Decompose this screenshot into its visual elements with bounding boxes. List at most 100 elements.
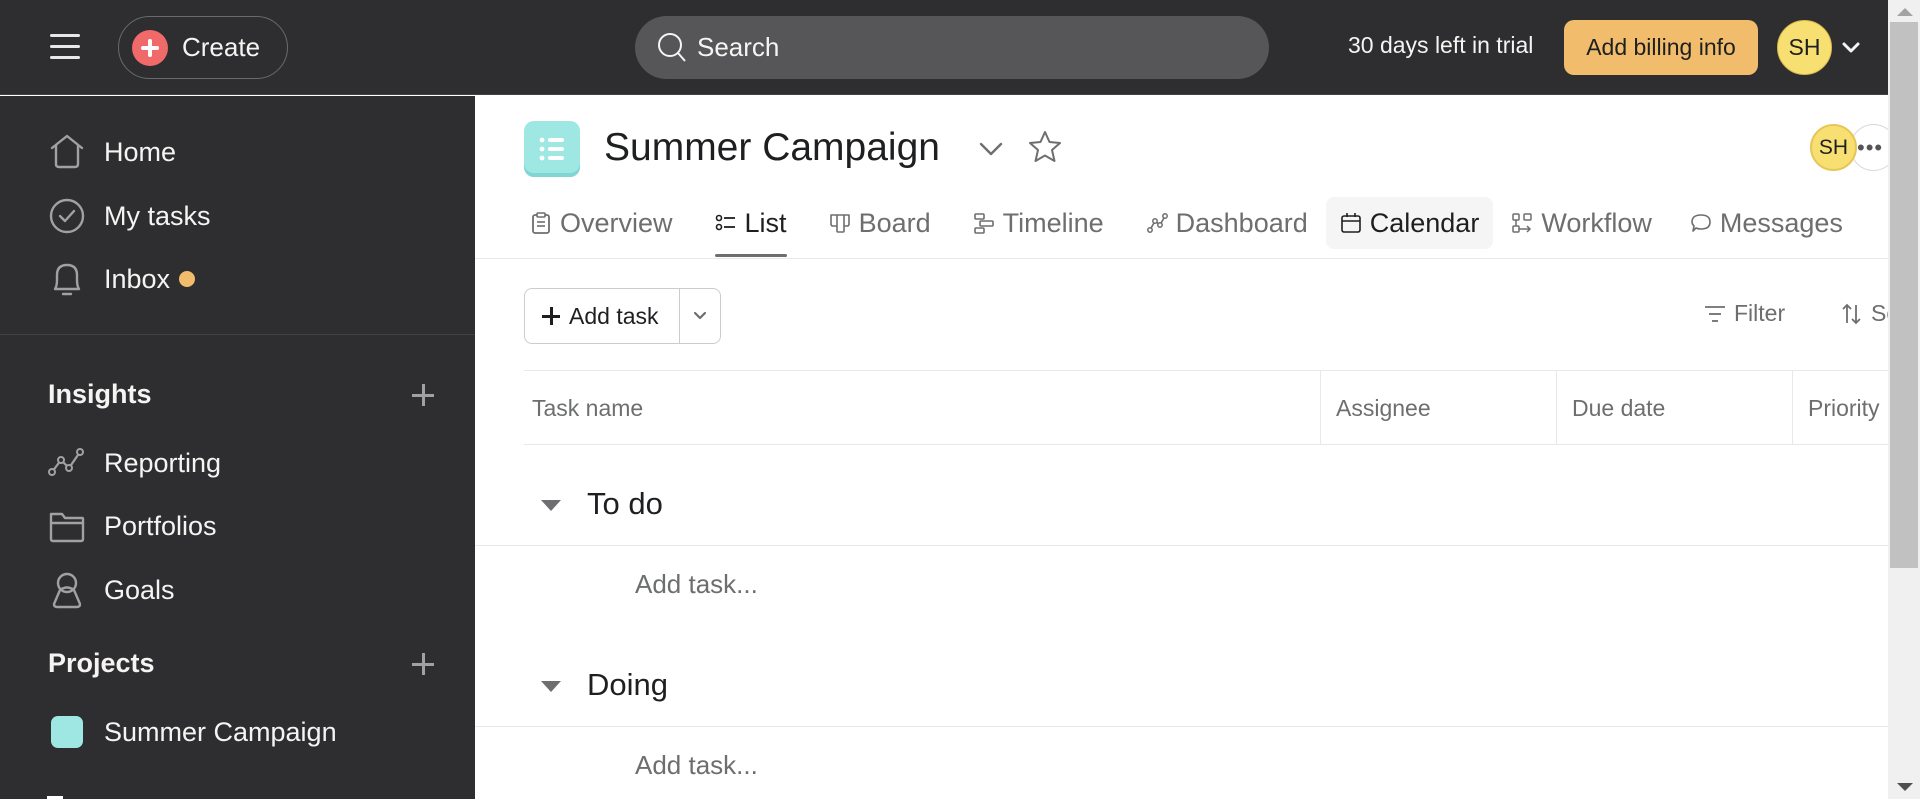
trial-status-text: 30 days left in trial	[1348, 32, 1534, 58]
tab-label: Messages	[1719, 207, 1843, 238]
projects-heading[interactable]: Projects	[48, 648, 155, 679]
sidebar-item-inbox[interactable]: Inbox	[48, 254, 196, 304]
dashboard-icon	[1146, 212, 1168, 234]
tab-label: Workflow	[1541, 207, 1652, 238]
column-header-task-name[interactable]: Task name	[524, 371, 1320, 445]
sidebar-item-portfolios[interactable]: Portfolios	[48, 501, 217, 551]
column-header-due-date[interactable]: Due date	[1556, 371, 1792, 445]
sidebar-project-summer-campaign[interactable]: Summer Campaign	[48, 707, 337, 757]
column-header-assignee[interactable]: Assignee	[1320, 371, 1556, 445]
tab-messages[interactable]: Messages	[1684, 197, 1849, 249]
add-insight-plus-icon[interactable]	[412, 383, 436, 407]
tab-workflow[interactable]: Workflow	[1505, 197, 1658, 249]
section-title[interactable]: Doing	[587, 667, 668, 703]
filter-button[interactable]: Filter	[1704, 300, 1785, 327]
section-title[interactable]: To do	[587, 486, 663, 522]
user-avatar[interactable]: SH	[1777, 20, 1832, 75]
sidebar-item-label: Portfolios	[104, 510, 217, 541]
sidebar-item-label: Summer Campaign	[104, 716, 337, 747]
tab-calendar[interactable]: Calendar	[1325, 197, 1494, 249]
project-color-swatch-wrap	[48, 713, 86, 751]
sidebar-item-reporting[interactable]: Reporting	[48, 438, 221, 488]
tab-overview[interactable]: Overview	[524, 197, 679, 249]
add-task-row[interactable]: Add task...	[635, 750, 758, 781]
sort-label: Sort	[1871, 300, 1888, 326]
folder-icon	[48, 507, 86, 545]
bell-icon	[48, 260, 86, 298]
sidebar-item-label: Home	[104, 136, 177, 167]
scroll-up-arrow-icon[interactable]	[1897, 8, 1913, 16]
search-input[interactable]: Search	[635, 16, 1269, 79]
add-task-button-group: Add task	[524, 288, 721, 344]
message-icon	[1690, 212, 1712, 234]
add-task-row[interactable]: Add task...	[635, 569, 758, 600]
star-icon[interactable]	[1027, 129, 1063, 165]
tab-label: Overview	[560, 207, 673, 238]
check-circle-icon	[48, 197, 86, 235]
project-tabs: Overview List Board Timeline Dashboard C…	[524, 192, 1875, 257]
workflow-icon	[1511, 212, 1533, 234]
chevron-down-icon[interactable]	[1840, 38, 1862, 58]
section-header-to-do: To do	[475, 466, 1888, 546]
tab-label: List	[744, 207, 787, 238]
project-options-chevron-icon[interactable]	[977, 139, 1005, 159]
tab-list[interactable]: List	[709, 197, 793, 257]
project-list-icon	[524, 121, 580, 177]
search-placeholder: Search	[697, 32, 780, 62]
plus-circle-icon	[132, 29, 168, 66]
sort-icon	[1841, 302, 1863, 326]
sidebar-item-my-tasks[interactable]: My tasks	[48, 191, 211, 241]
project-member-avatar[interactable]: SH	[1810, 124, 1857, 171]
sidebar-next-item-partial	[47, 796, 63, 800]
column-header-priority[interactable]: Priority	[1792, 371, 1888, 445]
add-task-dropdown-button[interactable]	[680, 289, 720, 343]
tab-dashboard[interactable]: Dashboard	[1140, 197, 1314, 249]
add-task-button[interactable]: Add task	[525, 289, 680, 343]
top-bar: Create Search 30 days left in trial Add …	[0, 0, 1888, 95]
collapse-triangle-icon[interactable]	[541, 681, 561, 692]
notification-dot	[179, 271, 196, 287]
tabs-divider	[475, 258, 1888, 259]
calendar-icon	[1340, 212, 1362, 234]
filter-label: Filter	[1734, 300, 1786, 326]
scrollbar-thumb[interactable]	[1890, 22, 1918, 568]
filter-icon	[1704, 304, 1726, 324]
home-icon	[48, 133, 86, 171]
sidebar-item-home[interactable]: Home	[48, 127, 176, 177]
hamburger-menu-button[interactable]	[48, 32, 84, 62]
tab-label: Board	[858, 207, 931, 238]
sidebar-item-goals[interactable]: Goals	[48, 565, 175, 615]
tab-label: Timeline	[1002, 207, 1104, 238]
main-content: Summer Campaign ••• SH Overview List Boa…	[475, 96, 1888, 799]
goals-person-icon	[48, 571, 86, 609]
collapse-triangle-icon[interactable]	[541, 500, 561, 511]
sidebar-item-label: Inbox	[104, 263, 171, 294]
tab-board[interactable]: Board	[823, 197, 937, 249]
project-color-swatch	[51, 716, 83, 748]
chevron-down-icon	[692, 310, 708, 322]
table-header: Task name Assignee Due date Priority	[524, 370, 1888, 445]
sidebar-item-label: My tasks	[104, 200, 211, 231]
plus-icon	[542, 307, 560, 325]
project-title[interactable]: Summer Campaign	[604, 126, 940, 170]
add-billing-info-button[interactable]: Add billing info	[1564, 20, 1758, 75]
sort-button[interactable]: Sort	[1841, 300, 1888, 327]
vertical-scrollbar[interactable]	[1888, 0, 1920, 799]
add-task-label: Add task	[569, 302, 659, 329]
tab-label: Dashboard	[1175, 207, 1308, 238]
list-icon	[715, 212, 737, 234]
tab-timeline[interactable]: Timeline	[967, 197, 1110, 249]
sidebar-item-label: Reporting	[104, 447, 222, 478]
create-button[interactable]: Create	[118, 16, 288, 79]
scroll-down-arrow-icon[interactable]	[1897, 783, 1913, 791]
sidebar: Home My tasks Inbox Insights Reporting P…	[0, 96, 475, 800]
create-label: Create	[182, 32, 261, 62]
sidebar-divider	[0, 334, 475, 335]
search-icon	[657, 32, 687, 64]
board-icon	[829, 212, 851, 234]
clipboard-icon	[530, 212, 552, 234]
add-project-plus-icon[interactable]	[412, 652, 436, 676]
sidebar-item-label: Goals	[104, 574, 175, 605]
section-header-doing: Doing	[475, 647, 1888, 727]
insights-heading[interactable]: Insights	[48, 379, 152, 410]
